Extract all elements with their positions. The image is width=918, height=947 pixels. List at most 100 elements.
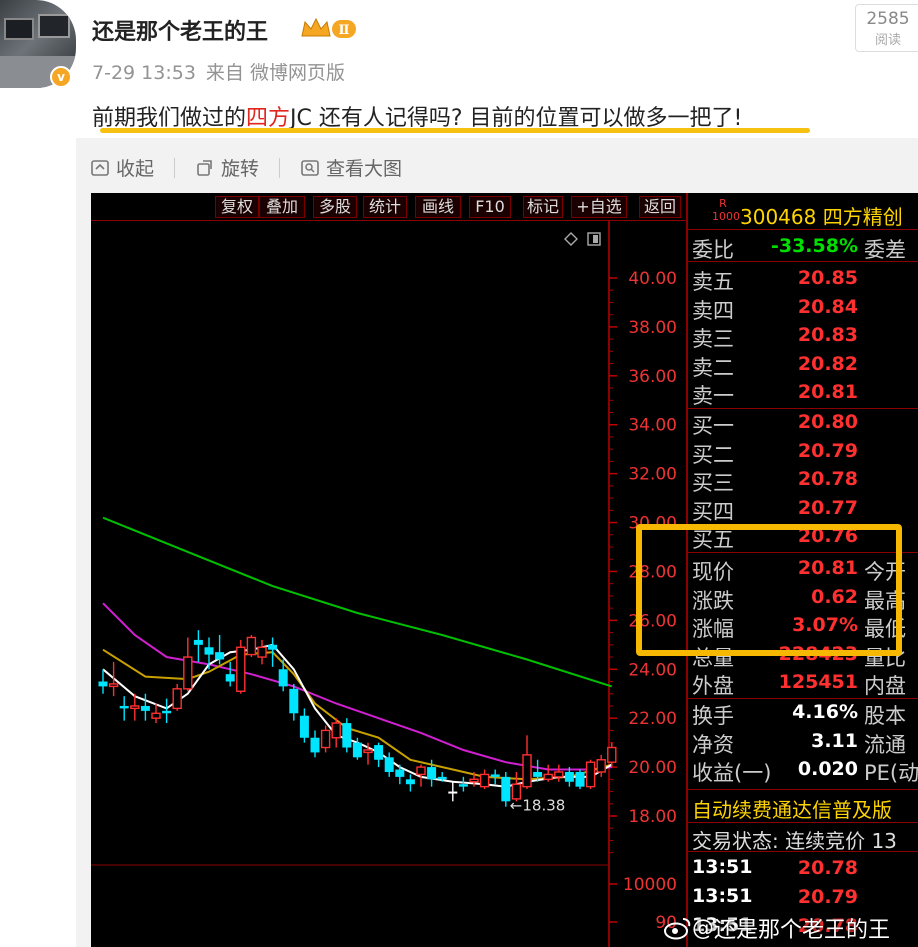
post-meta: 7-29 13:53 来自 微博网页版 <box>92 58 355 85</box>
candle-body <box>162 710 172 714</box>
quote-value: -33.58% <box>770 235 858 257</box>
watermark-username: 还是那个老王的王 <box>714 918 891 943</box>
member-crown-icon[interactable]: Ⅱ <box>300 16 358 42</box>
candle-body <box>363 749 373 754</box>
menu-item[interactable]: 标记 <box>523 196 563 218</box>
menu-item[interactable]: 统计 <box>363 196 407 218</box>
candle-body <box>437 776 447 780</box>
ticker-banner: 自动续费通达信普及版 <box>688 789 918 823</box>
post-date[interactable]: 7-29 13:53 <box>92 62 196 84</box>
candle-body <box>98 681 108 687</box>
rotate-button[interactable]: 旋转 <box>195 154 259 181</box>
collapse-button[interactable]: 收起 <box>90 154 154 181</box>
quote-label: 买一 <box>692 414 734 438</box>
candle-body <box>458 784 468 787</box>
candle-body <box>193 639 203 645</box>
read-label: 阅读 <box>874 33 901 48</box>
username[interactable]: 还是那个老王的王 <box>92 14 268 46</box>
toolbar-divider <box>279 157 281 178</box>
quote-value: 20.79 <box>797 439 858 462</box>
read-counter: 2585 阅读 <box>855 4 918 52</box>
quote-label: 买二 <box>692 442 734 467</box>
ask-row: 卖五 20.85 <box>688 265 918 294</box>
read-count: 2585 <box>866 9 910 29</box>
quote-label: 买四 <box>692 499 734 524</box>
candle-body <box>119 705 129 709</box>
quote-label: 卖三 <box>692 327 734 351</box>
quote-extra-label: PE(动 <box>864 761 918 785</box>
y-tick-label: 20.00 <box>628 758 677 778</box>
candle-body <box>215 652 225 660</box>
view-large-icon <box>301 159 319 176</box>
quote-extra-label: 内盘 <box>864 674 906 698</box>
candle-body <box>585 761 596 788</box>
candle-body <box>140 705 150 711</box>
candle-body <box>575 771 585 787</box>
candle-body <box>331 722 341 739</box>
tick-time: 13:51 <box>692 885 753 907</box>
avatar-monitor-right <box>38 14 70 38</box>
fundamental-row: 净资 3.11 流通 <box>688 728 918 757</box>
quote-value: 20.78 <box>797 468 858 490</box>
trade-status-text: 交易状态: 连续竞价 13 <box>692 829 897 853</box>
quote-header: R 1000 300468 四方精创 <box>688 193 918 230</box>
collapse-icon <box>91 159 109 176</box>
avatar-monitor-left <box>4 18 34 40</box>
menu-item[interactable]: +自选 <box>571 196 627 218</box>
y-tick-label: 38.00 <box>628 318 677 338</box>
menu-item[interactable]: 画线 <box>415 196 461 218</box>
volume-tick-label: 10000 <box>623 875 677 895</box>
candle-body <box>490 774 500 777</box>
candle-body <box>469 778 479 783</box>
candle-body <box>533 771 543 777</box>
toolbar-divider <box>174 157 176 178</box>
low-price-annotation: ←18.38 <box>510 797 566 815</box>
menu-item[interactable]: 复权 <box>215 196 259 218</box>
quote-label: 外盘 <box>692 674 734 698</box>
candle-body <box>299 715 309 738</box>
candle-body <box>543 773 553 781</box>
weibo-logo-icon <box>664 918 691 940</box>
panel-divider <box>688 261 918 262</box>
candle-body <box>204 647 214 655</box>
menu-item[interactable]: 多股 <box>313 196 357 218</box>
y-tick-label: 22.00 <box>628 709 677 729</box>
candle-body <box>289 688 299 714</box>
menu-item[interactable]: F10 <box>469 196 511 218</box>
candle-body <box>448 791 458 794</box>
bid-row: 买二 20.79 <box>688 438 918 467</box>
price-highlight-box <box>636 524 902 656</box>
candle-body <box>416 766 426 776</box>
post-source: 来自 微博网页版 <box>205 62 345 84</box>
candle-body <box>479 773 490 788</box>
candle-body <box>246 636 257 656</box>
quote-label: 卖四 <box>692 298 734 323</box>
candle-body <box>310 737 320 753</box>
quote-label: 换手 <box>692 704 734 728</box>
trade-status: 交易状态: 连续竞价 13 <box>688 824 918 853</box>
highlight-underline <box>100 128 810 133</box>
moving-average-line <box>102 648 613 781</box>
candle-body <box>320 729 331 749</box>
y-tick-label: 24.00 <box>628 660 677 680</box>
quote-value: 20.83 <box>797 324 858 346</box>
tick-price: 20.79 <box>797 886 858 908</box>
quote-row: 外盘 125451 内盘 <box>688 669 918 698</box>
candle-body <box>596 759 606 773</box>
collapse-label: 收起 <box>116 158 155 180</box>
menu-item[interactable]: 返回 <box>639 196 681 218</box>
tick-time: 13:51 <box>692 856 753 878</box>
candle-body <box>342 723 352 748</box>
candle-body <box>257 646 267 658</box>
candle-body <box>278 669 288 687</box>
quote-value: 20.85 <box>797 267 858 289</box>
moving-average-line <box>102 643 613 788</box>
stock-title: 300468 四方精创 <box>740 205 903 229</box>
quote-label: 委比 <box>692 238 734 262</box>
candle-body <box>268 644 278 650</box>
panel-toggle-fill <box>593 235 598 243</box>
menu-item[interactable]: 叠加 <box>259 196 305 218</box>
quote-value: 3.11 <box>811 729 858 752</box>
view-large-button[interactable]: 查看大图 <box>300 154 402 181</box>
fundamental-row: 收益(一) 0.020 PE(动 <box>688 756 918 785</box>
